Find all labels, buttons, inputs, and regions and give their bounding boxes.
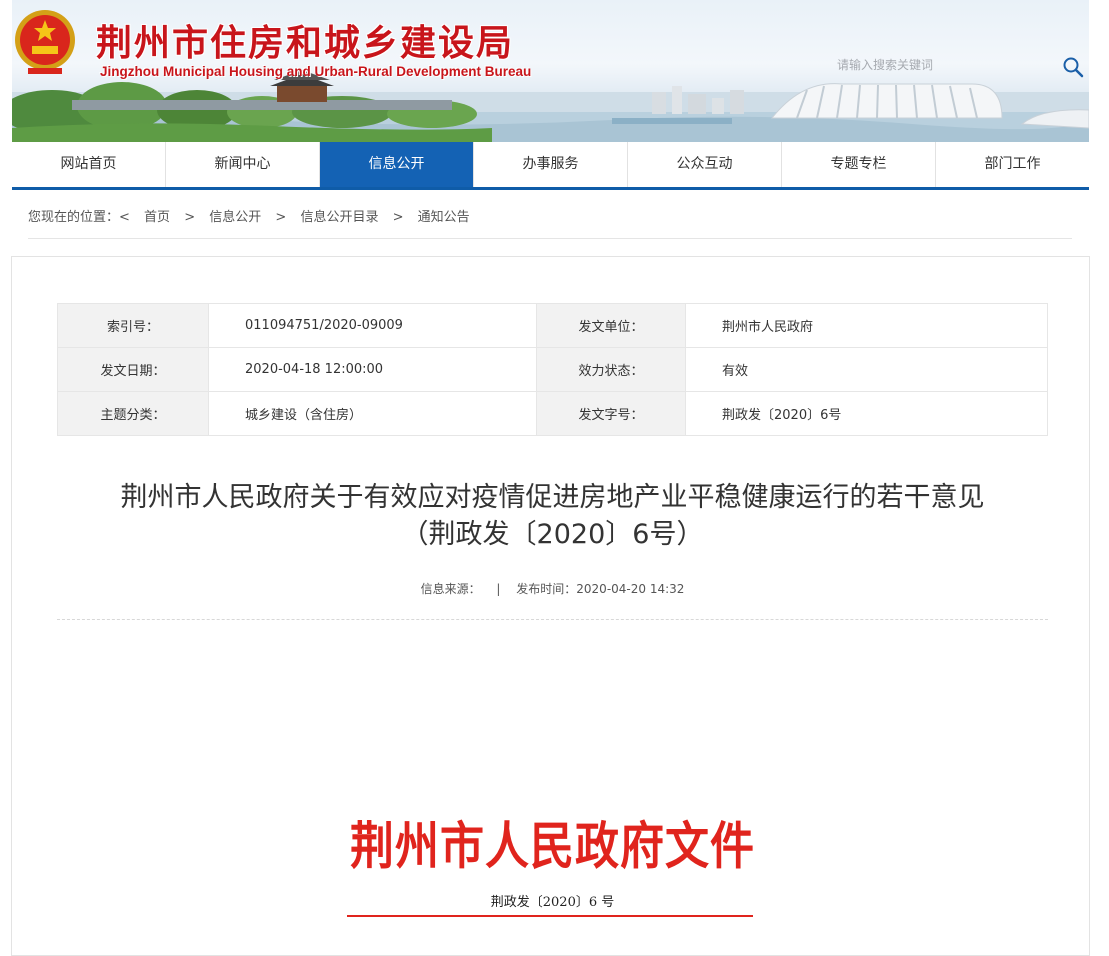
- article-source: 信息来源：: [420, 582, 481, 596]
- meta-value-validity: 有效: [685, 347, 1048, 392]
- meta-key-doc-number: 发文字号：: [536, 391, 686, 436]
- breadcrumb-notices-link[interactable]: 通知公告: [418, 210, 470, 225]
- meta-value-issuer: 荆州市人民政府: [685, 303, 1048, 348]
- meta-key-issuer: 发文单位：: [536, 303, 686, 348]
- breadcrumb-home-link[interactable]: 首页: [144, 210, 170, 225]
- main-nav: 网站首页 新闻中心 信息公开 办事服务 公众互动 专题专栏 部门工作: [12, 142, 1089, 190]
- meta-value-issue-date: 2020-04-18 12:00:00: [208, 347, 537, 392]
- search-input[interactable]: [827, 54, 1027, 76]
- article-panel: 索引号： 011094751/2020-09009 发文单位： 荆州市人民政府 …: [11, 256, 1090, 956]
- meta-key-category: 主题分类：: [57, 391, 209, 436]
- article-title-line-1: 荆州市人民政府关于有效应对疫情促进房地产业平稳健康运行的若干意见: [120, 482, 985, 513]
- meta-key-index: 索引号：: [57, 303, 209, 348]
- breadcrumb-catalog-link[interactable]: 信息公开目录: [300, 210, 378, 225]
- site-subtitle: Jingzhou Municipal Housing and Urban-Rur…: [100, 64, 532, 79]
- document-metadata-table: 索引号： 011094751/2020-09009 发文单位： 荆州市人民政府 …: [57, 303, 1048, 436]
- national-emblem-icon: [15, 10, 75, 74]
- breadcrumb-separator: >: [392, 210, 404, 225]
- article-title-line-2: （荆政发〔2020〕6号）: [401, 519, 704, 550]
- breadcrumb-separator: >: [184, 210, 196, 225]
- table-row: 发文日期： 2020-04-18 12:00:00 效力状态： 有效: [57, 347, 1048, 392]
- nav-item-info-disclosure[interactable]: 信息公开: [320, 142, 474, 187]
- breadcrumb: 您现在的位置：< 首页 > 信息公开 > 信息公开目录 > 通知公告: [28, 206, 1072, 239]
- meta-key-issue-date: 发文日期：: [57, 347, 209, 392]
- info-separator: |: [496, 582, 501, 596]
- header-banner: 荆州市住房和城乡建设局 Jingzhou Municipal Housing a…: [12, 0, 1089, 142]
- nav-item-services[interactable]: 办事服务: [474, 142, 628, 187]
- document-red-rule: [347, 915, 753, 917]
- meta-value-doc-number: 荆政发〔2020〕6号: [685, 391, 1048, 436]
- document-number: 荆政发〔2020〕6 号: [490, 895, 615, 910]
- article-info: 信息来源： | 发布时间：2020-04-20 14:32: [57, 580, 1048, 597]
- search-icon[interactable]: [1062, 56, 1084, 78]
- breadcrumb-info-disclosure-link[interactable]: 信息公开: [209, 210, 261, 225]
- nav-item-special-topics[interactable]: 专题专栏: [782, 142, 936, 187]
- article-publish-time: 发布时间：2020-04-20 14:32: [516, 582, 685, 596]
- table-row: 索引号： 011094751/2020-09009 发文单位： 荆州市人民政府: [57, 303, 1048, 348]
- meta-value-index: 011094751/2020-09009: [208, 303, 537, 348]
- article-divider: [57, 619, 1048, 620]
- article-title: 荆州市人民政府关于有效应对疫情促进房地产业平稳健康运行的若干意见 （荆政发〔20…: [57, 479, 1048, 553]
- nav-item-department-work[interactable]: 部门工作: [936, 142, 1089, 187]
- nav-item-interaction[interactable]: 公众互动: [628, 142, 782, 187]
- site-title: 荆州市住房和城乡建设局: [96, 23, 515, 64]
- document-redhead-title: 荆州市人民政府文件: [350, 817, 755, 877]
- breadcrumb-separator: >: [275, 210, 287, 225]
- meta-key-validity: 效力状态：: [536, 347, 686, 392]
- table-row: 主题分类： 城乡建设（含住房） 发文字号： 荆政发〔2020〕6号: [57, 391, 1048, 436]
- nav-item-news[interactable]: 新闻中心: [166, 142, 320, 187]
- nav-item-home[interactable]: 网站首页: [12, 142, 166, 187]
- breadcrumb-prefix: 您现在的位置：<: [28, 210, 130, 225]
- meta-value-category: 城乡建设（含住房）: [208, 391, 537, 436]
